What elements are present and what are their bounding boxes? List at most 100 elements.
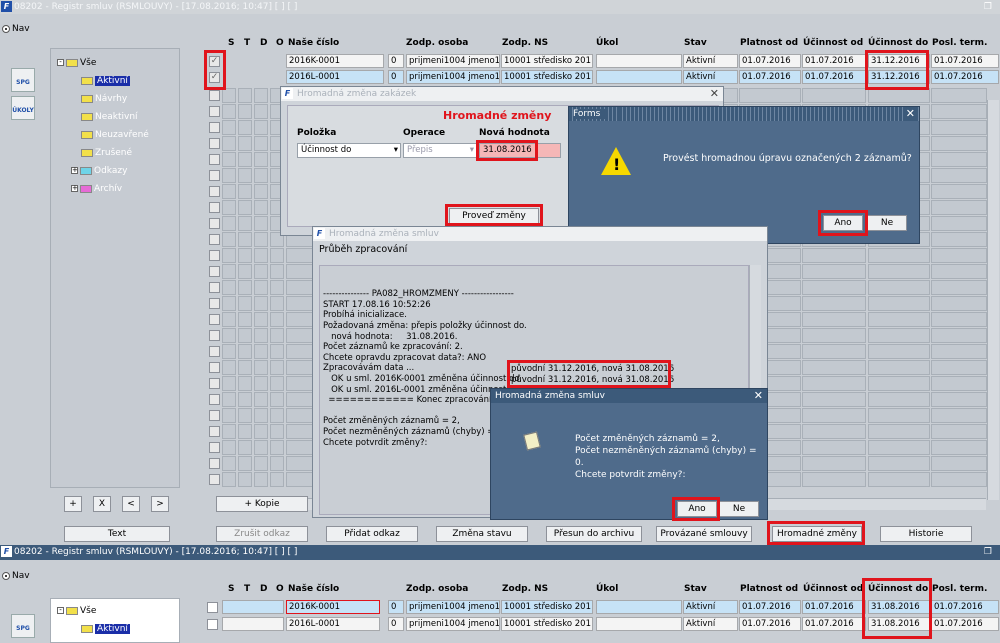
provazane-button[interactable]: Provázané smlouvy [656, 526, 752, 542]
cell-posl[interactable]: 01.07.2016 [931, 54, 999, 68]
tree-delete-button[interactable]: X [93, 496, 111, 512]
kopie-button[interactable]: + Kopie [216, 496, 308, 512]
tree-node-neuzavrene[interactable]: Neuzavřené [81, 129, 149, 141]
close-icon[interactable]: ✕ [754, 389, 763, 403]
cell-ucinnost-do[interactable]: 31.08.2016 [868, 617, 930, 631]
cell-cislo[interactable]: 2016L-0001 [286, 617, 380, 631]
row-checkbox[interactable] [209, 90, 220, 101]
cell-osoba[interactable]: prijmeni1004 jmeno10 [406, 600, 500, 614]
tree-node-archiv[interactable]: + Archív [71, 183, 122, 195]
polozka-select[interactable]: Účinnost do ▾ [297, 143, 401, 158]
cell-cislo[interactable]: 2016K-0001 [286, 600, 380, 614]
tree-node-odkazy[interactable]: + Odkazy [71, 165, 127, 177]
cell-platnost[interactable]: 01.07.2016 [739, 70, 801, 84]
row-checkbox[interactable] [207, 602, 218, 613]
presun-archiv-button[interactable]: Přesun do archivu [546, 526, 642, 542]
cell-posl[interactable]: 01.07.2016 [931, 617, 999, 631]
row-checkbox[interactable] [209, 410, 220, 421]
row-checkbox[interactable] [209, 250, 220, 261]
cell-ukol[interactable] [596, 54, 682, 68]
row-checkbox[interactable]: ✓ [209, 56, 220, 67]
pridat-odkaz-button[interactable]: Přidat odkaz [326, 526, 418, 542]
cell-ns[interactable]: 10001 středisko 201 [501, 54, 593, 68]
cell-osoba[interactable]: prijmeni1004 jmeno10 [406, 70, 500, 84]
row-checkbox[interactable] [209, 234, 220, 245]
tree-node-zrusene[interactable]: Zrušené [81, 147, 132, 159]
restore-icon[interactable]: ❐ [984, 0, 992, 14]
historie-button[interactable]: Historie [880, 526, 972, 542]
row-checkbox[interactable] [209, 474, 220, 485]
cell-stav[interactable]: Aktivní [683, 70, 738, 84]
row-checkbox[interactable] [209, 106, 220, 117]
spg-tool-icon[interactable]: SPG [11, 614, 35, 638]
row-checkbox[interactable] [207, 619, 218, 630]
cell-platnost[interactable]: 01.07.2016 [739, 617, 801, 631]
confirm-no-button[interactable]: Ne [719, 501, 759, 517]
row-checkbox[interactable] [209, 330, 220, 341]
text-button[interactable]: Text [64, 526, 170, 542]
cell-ucinnost-do[interactable]: 31.08.2016 [868, 600, 930, 614]
tree-node-aktivni[interactable]: Aktivní [81, 623, 130, 635]
proved-zmeny-button[interactable]: Proveď změny [449, 208, 539, 224]
cell-ukol[interactable] [596, 600, 682, 614]
tree-prev-button[interactable]: < [122, 496, 140, 512]
cell-ns[interactable]: 10001 středisko 201 [501, 617, 593, 631]
cell-osoba[interactable]: prijmeni1004 jmeno10 [406, 54, 500, 68]
row-checkbox[interactable] [209, 154, 220, 165]
row-checkbox[interactable]: ✓ [209, 72, 220, 83]
row-checkbox[interactable] [209, 314, 220, 325]
grid-vertical-scrollbar[interactable] [987, 100, 999, 500]
cell-platnost[interactable]: 01.07.2016 [739, 600, 801, 614]
tree-node-vse[interactable]: - Vše [57, 57, 96, 69]
spg-tool-icon[interactable]: SPG [11, 68, 35, 92]
cell-platnost[interactable]: 01.07.2016 [739, 54, 801, 68]
row-checkbox[interactable] [209, 186, 220, 197]
confirm-yes-button[interactable]: Ano [677, 501, 717, 517]
cell-stav[interactable]: Aktivní [683, 600, 738, 614]
row-checkbox[interactable] [209, 442, 220, 453]
restore-icon[interactable]: ❐ [984, 545, 992, 560]
cell-ucinnost-do[interactable]: 31.12.2016 [868, 70, 930, 84]
tree-node-vse[interactable]: - Vše [57, 605, 96, 617]
cell-cislo[interactable]: 2016L-0001 [286, 70, 384, 84]
hromadne-zmeny-button[interactable]: Hromadné změny [772, 526, 862, 542]
cell-ucinnost-od[interactable]: 01.07.2016 [802, 54, 866, 68]
cell-ns[interactable]: 10001 středisko 201 [501, 600, 593, 614]
row-checkbox[interactable] [209, 346, 220, 357]
cell-ukol[interactable] [596, 617, 682, 631]
row-checkbox[interactable] [209, 394, 220, 405]
cell-ucinnost-od[interactable]: 01.07.2016 [802, 70, 866, 84]
row-checkbox[interactable] [209, 170, 220, 181]
cell-ukol[interactable] [596, 70, 682, 84]
ukoly-tool-icon[interactable]: ÚKOLY [11, 96, 35, 120]
row-checkbox[interactable] [209, 202, 220, 213]
tree-node-aktivni[interactable]: Aktivní [81, 75, 130, 87]
row-checkbox[interactable] [209, 122, 220, 133]
operace-select[interactable]: Přepis ▾ [403, 143, 477, 158]
row-checkbox[interactable] [209, 138, 220, 149]
cell-ucinnost-od[interactable]: 01.07.2016 [802, 600, 866, 614]
forms-yes-button[interactable]: Ano [823, 215, 863, 231]
tree-node-neaktivni[interactable]: Neaktivní [81, 111, 138, 123]
nav-radio[interactable]: Nav [2, 24, 30, 34]
nova-hodnota-input[interactable]: 31.08.2016 [479, 143, 561, 158]
cell-ucinnost-od[interactable]: 01.07.2016 [802, 617, 866, 631]
nav-radio-2[interactable]: Nav [2, 571, 30, 581]
forms-no-button[interactable]: Ne [867, 215, 907, 231]
row-checkbox[interactable] [209, 298, 220, 309]
cell-osoba[interactable]: prijmeni1004 jmeno10 [406, 617, 500, 631]
tree-add-button[interactable]: + [64, 496, 82, 512]
row-checkbox[interactable] [209, 378, 220, 389]
cell-ns[interactable]: 10001 středisko 201 [501, 70, 593, 84]
close-icon[interactable]: ✕ [710, 87, 719, 101]
row-checkbox[interactable] [209, 282, 220, 293]
zrusit-odkaz-button[interactable]: Zrušit odkaz [216, 526, 308, 542]
row-checkbox[interactable] [209, 458, 220, 469]
row-checkbox[interactable] [209, 266, 220, 277]
cell-stav[interactable]: Aktivní [683, 617, 738, 631]
close-icon[interactable]: ✕ [905, 107, 915, 121]
cell-cislo[interactable]: 2016K-0001 [286, 54, 384, 68]
zmena-stavu-button[interactable]: Změna stavu [436, 526, 528, 542]
tree-node-navrhy[interactable]: Návrhy [81, 93, 127, 105]
cell-stav[interactable]: Aktivní [683, 54, 738, 68]
